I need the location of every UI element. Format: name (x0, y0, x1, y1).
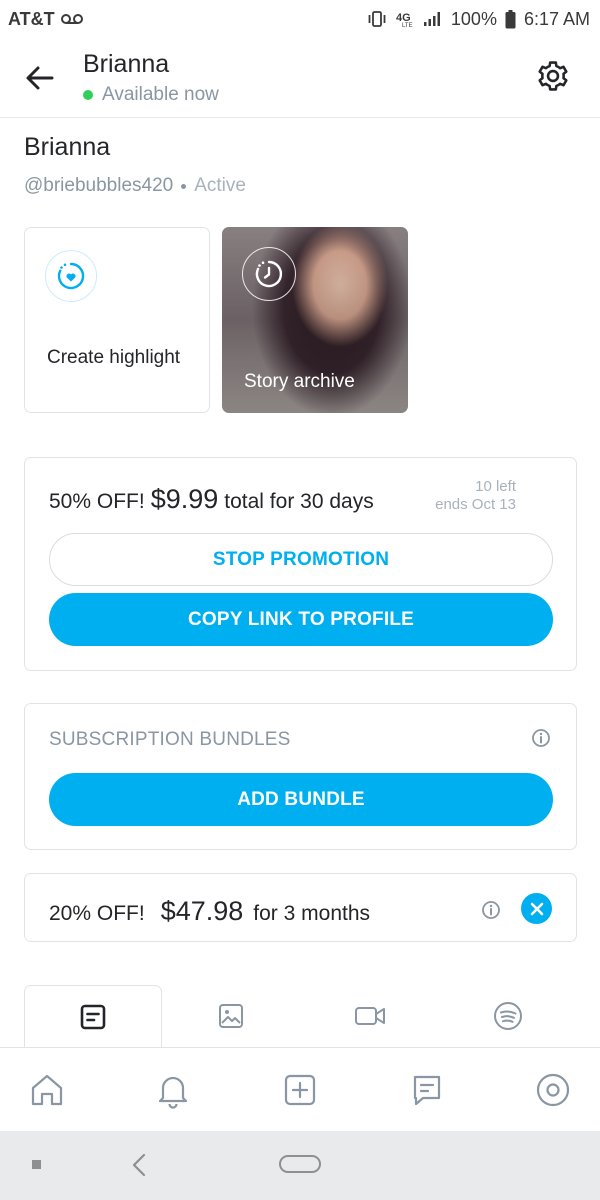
tab-posts[interactable] (24, 985, 162, 1047)
separator-dot (181, 183, 187, 189)
content-tabs (0, 985, 600, 1047)
recent-apps-button[interactable] (32, 1160, 41, 1169)
arrow-left-icon (26, 66, 54, 90)
clock: 6:17 AM (523, 8, 590, 29)
status-bar: AT&T 4G LTE 100% 6:17 AM (0, 0, 600, 38)
promotion-price: $9.99 (150, 484, 219, 514)
profile-handle-row: @briebubbles420 Active (24, 175, 246, 197)
story-archive-label: Story archive (244, 371, 355, 392)
highlight-heart-icon (57, 262, 85, 290)
app-header: Brianna Available now (0, 38, 600, 118)
settings-button[interactable] (536, 59, 570, 93)
create-highlight-icon-circle (45, 250, 97, 302)
user-circle-icon (536, 1073, 570, 1107)
nav-home[interactable] (27, 1070, 67, 1110)
bottom-navigation (0, 1047, 600, 1131)
profile-name: Brianna (24, 133, 111, 161)
nav-add-post[interactable] (280, 1070, 320, 1110)
bundle-price: $47.98 (160, 896, 244, 926)
message-icon (413, 1075, 441, 1106)
create-highlight-card[interactable]: Create highlight (24, 227, 210, 413)
bundle-summary: 20% OFF! $47.98 for 3 months (49, 896, 370, 927)
copy-link-button[interactable]: COPY LINK TO PROFILE (49, 593, 553, 646)
add-bundle-button[interactable]: ADD BUNDLE (49, 773, 553, 826)
spotify-icon (494, 1002, 522, 1030)
promotion-end-date: ends Oct 13 (435, 496, 516, 513)
vibrate-icon (368, 11, 386, 27)
image-icon (219, 1004, 243, 1028)
story-archive-card[interactable]: Story archive (222, 227, 408, 413)
battery-icon (505, 9, 516, 28)
bundles-title: SUBSCRIPTION BUNDLES (49, 729, 291, 750)
close-icon (530, 902, 543, 915)
add-post-icon (284, 1074, 316, 1106)
subscription-bundles-card: SUBSCRIPTION BUNDLES ADD BUNDLE (24, 703, 577, 850)
profile-handle: @briebubbles420 (24, 175, 174, 196)
battery-percent: 100% (450, 8, 497, 29)
availability-label: Available now (102, 84, 219, 105)
carrier: AT&T (8, 9, 83, 30)
nav-notifications[interactable] (153, 1070, 193, 1110)
carrier-name: AT&T (8, 8, 55, 29)
posts-icon (80, 1004, 106, 1029)
system-home-button[interactable] (279, 1155, 321, 1173)
activity-status: Active (194, 175, 246, 196)
tab-videos[interactable] (339, 985, 401, 1047)
svg-text:LTE: LTE (402, 23, 413, 28)
bundle-info-button[interactable] (481, 900, 501, 925)
promotion-discount: 50% OFF! (49, 490, 145, 513)
home-icon (31, 1074, 63, 1106)
bundle-terms: for 3 months (253, 902, 371, 925)
nav-profile[interactable] (533, 1070, 573, 1110)
promotion-terms: total for 30 days (224, 490, 374, 513)
bundle-discount: 20% OFF! (49, 902, 145, 925)
bundles-info-button[interactable] (531, 728, 551, 753)
page-title: Brianna (83, 50, 170, 78)
tab-audio[interactable] (477, 985, 539, 1047)
system-back-button[interactable] (130, 1152, 148, 1183)
story-archive-icon-circle (242, 247, 296, 301)
stop-promotion-button[interactable]: STOP PROMOTION (49, 533, 553, 586)
video-icon (355, 1007, 385, 1025)
promotion-meta: 10 left ends Oct 13 (435, 478, 516, 514)
signal-icon (423, 12, 440, 26)
nav-messages[interactable] (407, 1070, 447, 1110)
bell-icon (158, 1076, 188, 1109)
clock-history-icon (255, 260, 283, 288)
gear-icon (538, 61, 568, 91)
chevron-left-icon (132, 1153, 146, 1177)
create-highlight-label: Create highlight (47, 347, 181, 368)
promotion-remaining: 10 left (475, 478, 516, 495)
online-dot-icon (83, 90, 93, 100)
promotion-card: 50% OFF! $9.99 total for 30 days 10 left… (24, 457, 577, 671)
system-navigation-bar (0, 1131, 600, 1200)
lte-icon: 4GLTE (396, 12, 413, 28)
bundle-item: 20% OFF! $47.98 for 3 months (24, 873, 577, 942)
promotion-summary: 50% OFF! $9.99 total for 30 days (49, 484, 374, 515)
tab-photos[interactable] (200, 985, 262, 1047)
voicemail-icon (60, 14, 83, 24)
remove-bundle-button[interactable] (521, 893, 552, 924)
back-button[interactable] (22, 60, 58, 96)
info-icon (532, 729, 550, 747)
availability-status: Available now (83, 84, 219, 106)
info-icon (482, 901, 500, 919)
